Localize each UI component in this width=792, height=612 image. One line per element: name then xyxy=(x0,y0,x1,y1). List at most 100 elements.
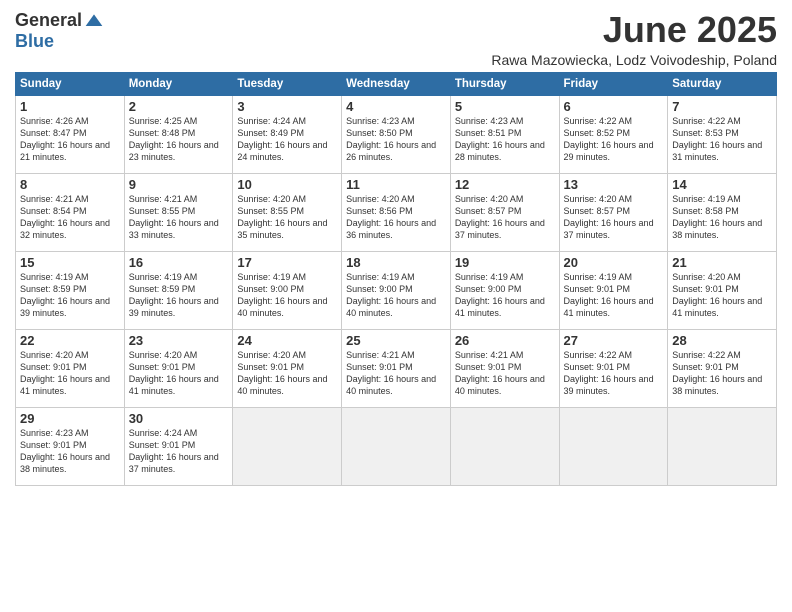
table-row: 21 Sunrise: 4:20 AM Sunset: 9:01 PM Dayl… xyxy=(668,251,777,329)
day-info: Sunrise: 4:22 AM Sunset: 8:53 PM Dayligh… xyxy=(672,115,772,164)
day-number: 22 xyxy=(20,333,120,348)
table-row: 30 Sunrise: 4:24 AM Sunset: 9:01 PM Dayl… xyxy=(124,407,233,485)
day-info: Sunrise: 4:20 AM Sunset: 8:55 PM Dayligh… xyxy=(237,193,337,242)
day-number: 4 xyxy=(346,99,446,114)
day-info: Sunrise: 4:19 AM Sunset: 9:01 PM Dayligh… xyxy=(564,271,664,320)
day-number: 5 xyxy=(455,99,555,114)
table-row: 16 Sunrise: 4:19 AM Sunset: 8:59 PM Dayl… xyxy=(124,251,233,329)
calendar-week-row: 15 Sunrise: 4:19 AM Sunset: 8:59 PM Dayl… xyxy=(16,251,777,329)
day-info: Sunrise: 4:20 AM Sunset: 8:57 PM Dayligh… xyxy=(564,193,664,242)
logo-general-text: General xyxy=(15,10,82,31)
header-row: Sunday Monday Tuesday Wednesday Thursday… xyxy=(16,72,777,95)
col-friday: Friday xyxy=(559,72,668,95)
day-info: Sunrise: 4:21 AM Sunset: 8:54 PM Dayligh… xyxy=(20,193,120,242)
location-subtitle: Rawa Mazowiecka, Lodz Voivodeship, Polan… xyxy=(491,52,777,68)
table-row: 3 Sunrise: 4:24 AM Sunset: 8:49 PM Dayli… xyxy=(233,95,342,173)
day-info: Sunrise: 4:23 AM Sunset: 8:50 PM Dayligh… xyxy=(346,115,446,164)
table-row: 15 Sunrise: 4:19 AM Sunset: 8:59 PM Dayl… xyxy=(16,251,125,329)
table-row xyxy=(668,407,777,485)
day-info: Sunrise: 4:20 AM Sunset: 9:01 PM Dayligh… xyxy=(20,349,120,398)
day-number: 10 xyxy=(237,177,337,192)
table-row: 10 Sunrise: 4:20 AM Sunset: 8:55 PM Dayl… xyxy=(233,173,342,251)
table-row: 6 Sunrise: 4:22 AM Sunset: 8:52 PM Dayli… xyxy=(559,95,668,173)
col-sunday: Sunday xyxy=(16,72,125,95)
day-info: Sunrise: 4:22 AM Sunset: 9:01 PM Dayligh… xyxy=(672,349,772,398)
day-info: Sunrise: 4:22 AM Sunset: 8:52 PM Dayligh… xyxy=(564,115,664,164)
day-info: Sunrise: 4:20 AM Sunset: 8:57 PM Dayligh… xyxy=(455,193,555,242)
calendar-table: Sunday Monday Tuesday Wednesday Thursday… xyxy=(15,72,777,486)
day-number: 21 xyxy=(672,255,772,270)
day-info: Sunrise: 4:19 AM Sunset: 8:58 PM Dayligh… xyxy=(672,193,772,242)
day-info: Sunrise: 4:26 AM Sunset: 8:47 PM Dayligh… xyxy=(20,115,120,164)
day-number: 24 xyxy=(237,333,337,348)
day-number: 30 xyxy=(129,411,229,426)
day-number: 12 xyxy=(455,177,555,192)
table-row: 13 Sunrise: 4:20 AM Sunset: 8:57 PM Dayl… xyxy=(559,173,668,251)
day-number: 20 xyxy=(564,255,664,270)
day-number: 14 xyxy=(672,177,772,192)
day-info: Sunrise: 4:24 AM Sunset: 8:49 PM Dayligh… xyxy=(237,115,337,164)
table-row: 27 Sunrise: 4:22 AM Sunset: 9:01 PM Dayl… xyxy=(559,329,668,407)
table-row: 26 Sunrise: 4:21 AM Sunset: 9:01 PM Dayl… xyxy=(450,329,559,407)
day-info: Sunrise: 4:19 AM Sunset: 9:00 PM Dayligh… xyxy=(455,271,555,320)
day-number: 25 xyxy=(346,333,446,348)
day-info: Sunrise: 4:24 AM Sunset: 9:01 PM Dayligh… xyxy=(129,427,229,476)
day-number: 18 xyxy=(346,255,446,270)
day-info: Sunrise: 4:19 AM Sunset: 8:59 PM Dayligh… xyxy=(20,271,120,320)
day-number: 23 xyxy=(129,333,229,348)
day-number: 1 xyxy=(20,99,120,114)
col-monday: Monday xyxy=(124,72,233,95)
day-info: Sunrise: 4:21 AM Sunset: 9:01 PM Dayligh… xyxy=(346,349,446,398)
table-row: 28 Sunrise: 4:22 AM Sunset: 9:01 PM Dayl… xyxy=(668,329,777,407)
day-info: Sunrise: 4:21 AM Sunset: 8:55 PM Dayligh… xyxy=(129,193,229,242)
col-thursday: Thursday xyxy=(450,72,559,95)
day-number: 8 xyxy=(20,177,120,192)
day-number: 27 xyxy=(564,333,664,348)
day-info: Sunrise: 4:19 AM Sunset: 9:00 PM Dayligh… xyxy=(237,271,337,320)
day-info: Sunrise: 4:22 AM Sunset: 9:01 PM Dayligh… xyxy=(564,349,664,398)
table-row xyxy=(559,407,668,485)
table-row xyxy=(233,407,342,485)
table-row: 12 Sunrise: 4:20 AM Sunset: 8:57 PM Dayl… xyxy=(450,173,559,251)
day-number: 9 xyxy=(129,177,229,192)
table-row: 1 Sunrise: 4:26 AM Sunset: 8:47 PM Dayli… xyxy=(16,95,125,173)
table-row: 9 Sunrise: 4:21 AM Sunset: 8:55 PM Dayli… xyxy=(124,173,233,251)
logo: General Blue xyxy=(15,10,104,52)
day-number: 11 xyxy=(346,177,446,192)
table-row: 18 Sunrise: 4:19 AM Sunset: 9:00 PM Dayl… xyxy=(342,251,451,329)
table-row: 24 Sunrise: 4:20 AM Sunset: 9:01 PM Dayl… xyxy=(233,329,342,407)
day-number: 3 xyxy=(237,99,337,114)
col-wednesday: Wednesday xyxy=(342,72,451,95)
day-info: Sunrise: 4:20 AM Sunset: 9:01 PM Dayligh… xyxy=(129,349,229,398)
day-info: Sunrise: 4:20 AM Sunset: 8:56 PM Dayligh… xyxy=(346,193,446,242)
table-row: 19 Sunrise: 4:19 AM Sunset: 9:00 PM Dayl… xyxy=(450,251,559,329)
logo-icon xyxy=(84,11,104,31)
table-row: 25 Sunrise: 4:21 AM Sunset: 9:01 PM Dayl… xyxy=(342,329,451,407)
day-info: Sunrise: 4:23 AM Sunset: 9:01 PM Dayligh… xyxy=(20,427,120,476)
day-info: Sunrise: 4:20 AM Sunset: 9:01 PM Dayligh… xyxy=(672,271,772,320)
table-row: 8 Sunrise: 4:21 AM Sunset: 8:54 PM Dayli… xyxy=(16,173,125,251)
month-title: June 2025 xyxy=(491,10,777,50)
table-row: 4 Sunrise: 4:23 AM Sunset: 8:50 PM Dayli… xyxy=(342,95,451,173)
header: General Blue June 2025 Rawa Mazowiecka, … xyxy=(15,10,777,68)
table-row xyxy=(450,407,559,485)
day-info: Sunrise: 4:19 AM Sunset: 9:00 PM Dayligh… xyxy=(346,271,446,320)
table-row xyxy=(342,407,451,485)
col-saturday: Saturday xyxy=(668,72,777,95)
page: General Blue June 2025 Rawa Mazowiecka, … xyxy=(0,0,792,612)
table-row: 20 Sunrise: 4:19 AM Sunset: 9:01 PM Dayl… xyxy=(559,251,668,329)
day-info: Sunrise: 4:25 AM Sunset: 8:48 PM Dayligh… xyxy=(129,115,229,164)
day-info: Sunrise: 4:21 AM Sunset: 9:01 PM Dayligh… xyxy=(455,349,555,398)
day-number: 7 xyxy=(672,99,772,114)
day-info: Sunrise: 4:19 AM Sunset: 8:59 PM Dayligh… xyxy=(129,271,229,320)
day-number: 19 xyxy=(455,255,555,270)
table-row: 29 Sunrise: 4:23 AM Sunset: 9:01 PM Dayl… xyxy=(16,407,125,485)
day-number: 6 xyxy=(564,99,664,114)
table-row: 23 Sunrise: 4:20 AM Sunset: 9:01 PM Dayl… xyxy=(124,329,233,407)
table-row: 22 Sunrise: 4:20 AM Sunset: 9:01 PM Dayl… xyxy=(16,329,125,407)
day-number: 15 xyxy=(20,255,120,270)
day-number: 17 xyxy=(237,255,337,270)
calendar-week-row: 29 Sunrise: 4:23 AM Sunset: 9:01 PM Dayl… xyxy=(16,407,777,485)
day-number: 26 xyxy=(455,333,555,348)
calendar-week-row: 8 Sunrise: 4:21 AM Sunset: 8:54 PM Dayli… xyxy=(16,173,777,251)
